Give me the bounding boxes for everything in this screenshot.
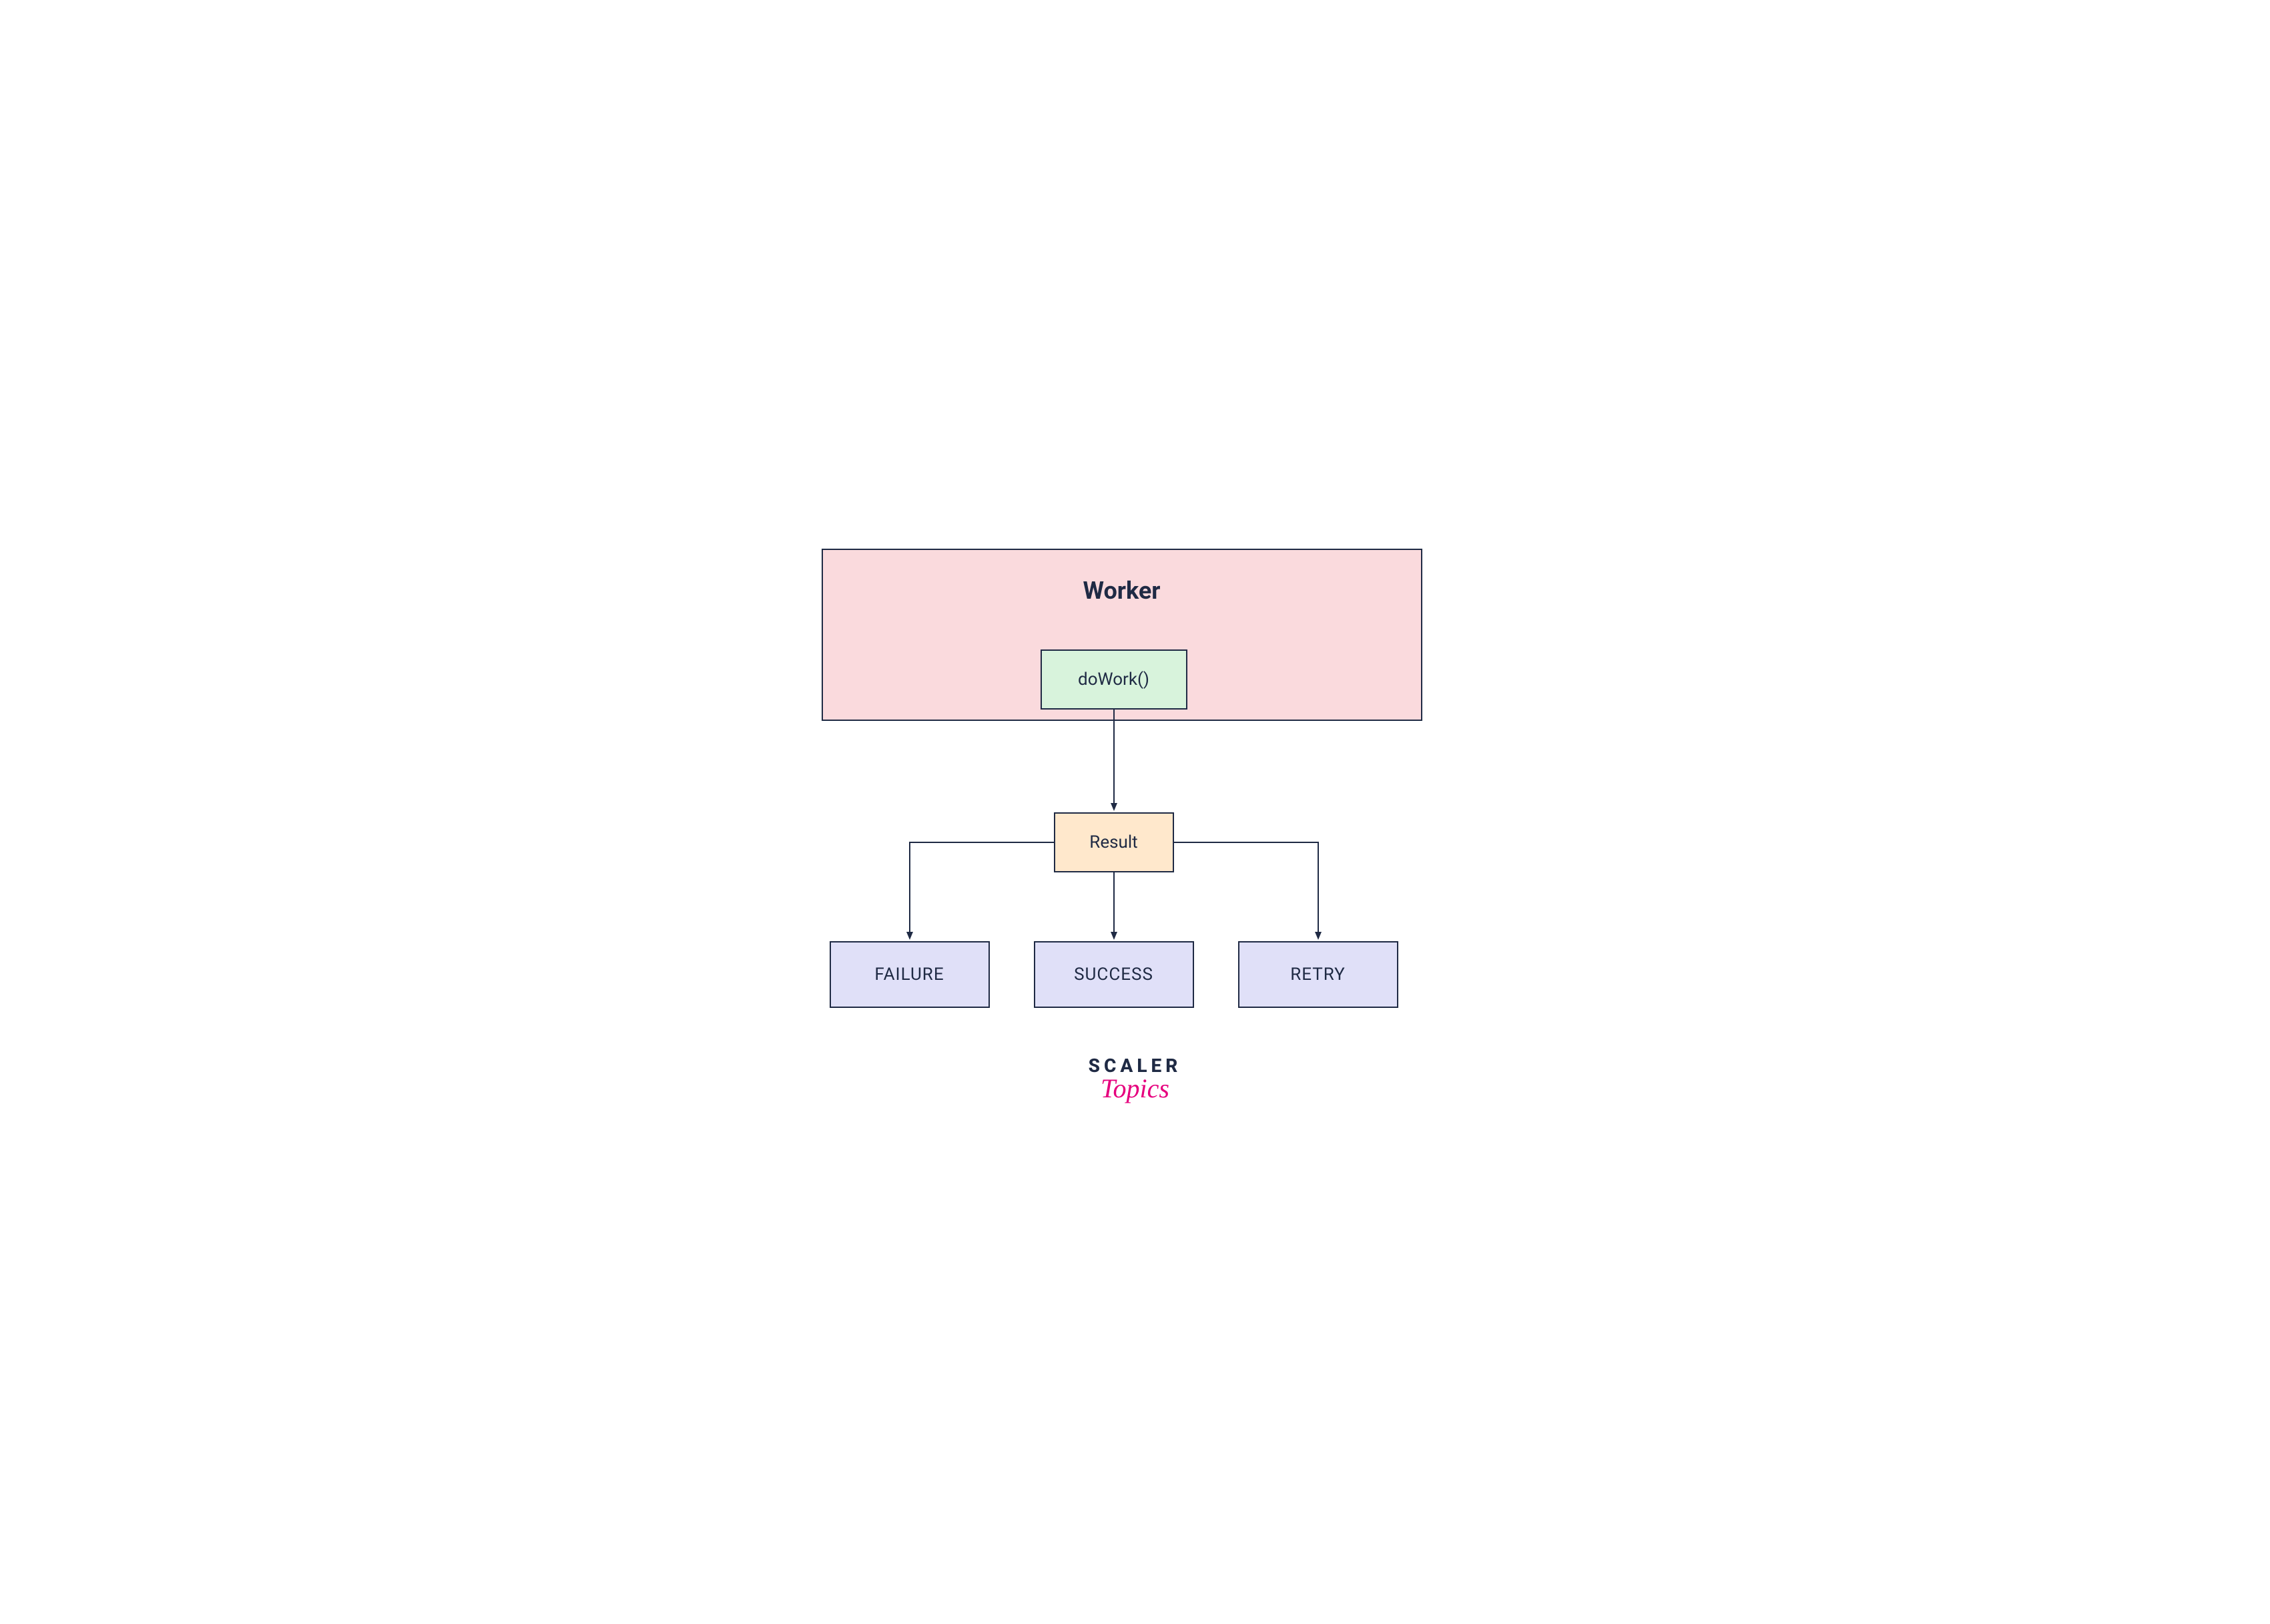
failure-box: FAILURE [830,941,990,1008]
brand-line2: Topics [681,1073,1589,1104]
diagram-canvas: Worker doWork() Result FAILURE SUCCESS R… [681,487,1589,1137]
dowork-box: doWork() [1041,649,1187,710]
success-box: SUCCESS [1034,941,1194,1008]
worker-title: Worker [1083,577,1161,605]
brand-logo: SCALER Topics [681,1055,1589,1104]
retry-box: RETRY [1238,941,1398,1008]
success-label: SUCCESS [1074,965,1153,985]
failure-label: FAILURE [874,965,944,985]
result-box: Result [1054,812,1174,872]
retry-label: RETRY [1290,965,1346,985]
dowork-label: doWork() [1078,669,1149,690]
result-label: Result [1089,832,1137,852]
